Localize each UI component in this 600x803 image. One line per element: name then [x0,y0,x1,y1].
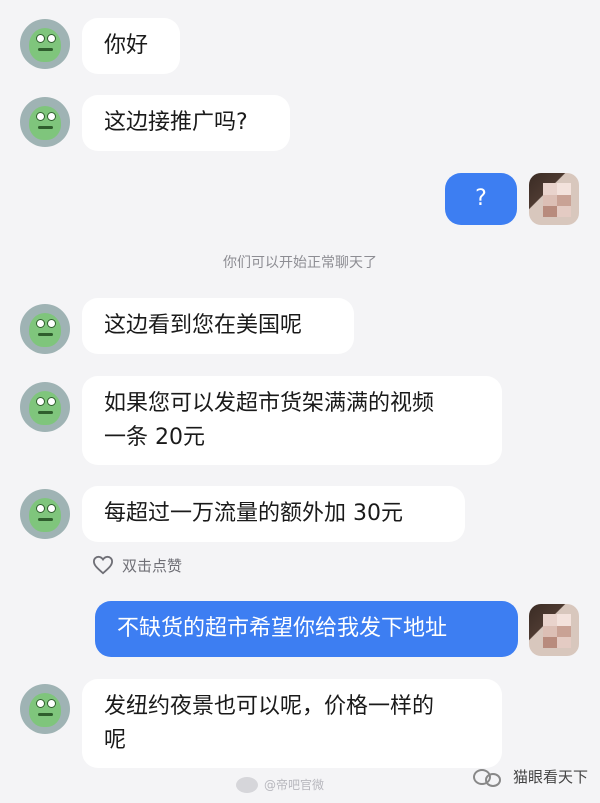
sender-avatar[interactable] [20,97,70,147]
frog-face-icon [29,498,61,532]
system-notice: 你们可以开始正常聊天了 [223,255,377,271]
wechat-account-name: 猫眼看天下 [512,767,588,786]
frog-face-icon [29,106,61,140]
message-bubble[interactable]: 每超过一万流量的额外加 30元 [82,486,465,542]
message-bubble[interactable]: 你好 [82,18,180,74]
like-label: 双击点赞 [122,556,183,575]
user-avatar[interactable] [529,604,579,656]
message-bubble[interactable]: 这边看到您在美国呢 [82,298,354,354]
pixelated-face [543,614,571,648]
weibo-watermark: @帝吧官微 [236,776,324,793]
message-bubble[interactable]: 这边接推广吗? [82,95,290,151]
user-message-bubble[interactable]: ? [445,173,517,225]
wechat-logo-icon [471,765,505,787]
sender-avatar[interactable] [20,684,70,734]
message-line: 呢 [104,728,127,753]
like-button[interactable]: 双击点赞 [92,553,182,577]
user-message-bubble[interactable]: 不缺货的超市希望你给我发下地址 [95,601,518,657]
wechat-watermark: 猫眼看天下 [471,765,588,787]
frog-face-icon [29,391,61,425]
frog-face-icon [29,28,61,62]
sender-avatar[interactable] [20,19,70,69]
message-line: 一条 20元 [104,425,205,450]
user-avatar[interactable] [529,173,579,225]
message-line: 如果您可以发超市货架满满的视频 [104,391,435,416]
sender-avatar[interactable] [20,489,70,539]
frog-face-icon [29,693,61,727]
weibo-handle: @帝吧官微 [264,778,325,792]
weibo-logo-icon [236,776,258,793]
message-bubble[interactable]: 如果您可以发超市货架满满的视频 一条 20元 [82,376,502,465]
sender-avatar[interactable] [20,382,70,432]
message-line: 发纽约夜景也可以呢，价格一样的 [104,694,435,719]
heart-outline-icon [92,555,114,575]
message-bubble[interactable]: 发纽约夜景也可以呢，价格一样的 呢 [82,679,502,768]
pixelated-face [543,183,571,217]
frog-face-icon [29,313,61,347]
sender-avatar[interactable] [20,304,70,354]
